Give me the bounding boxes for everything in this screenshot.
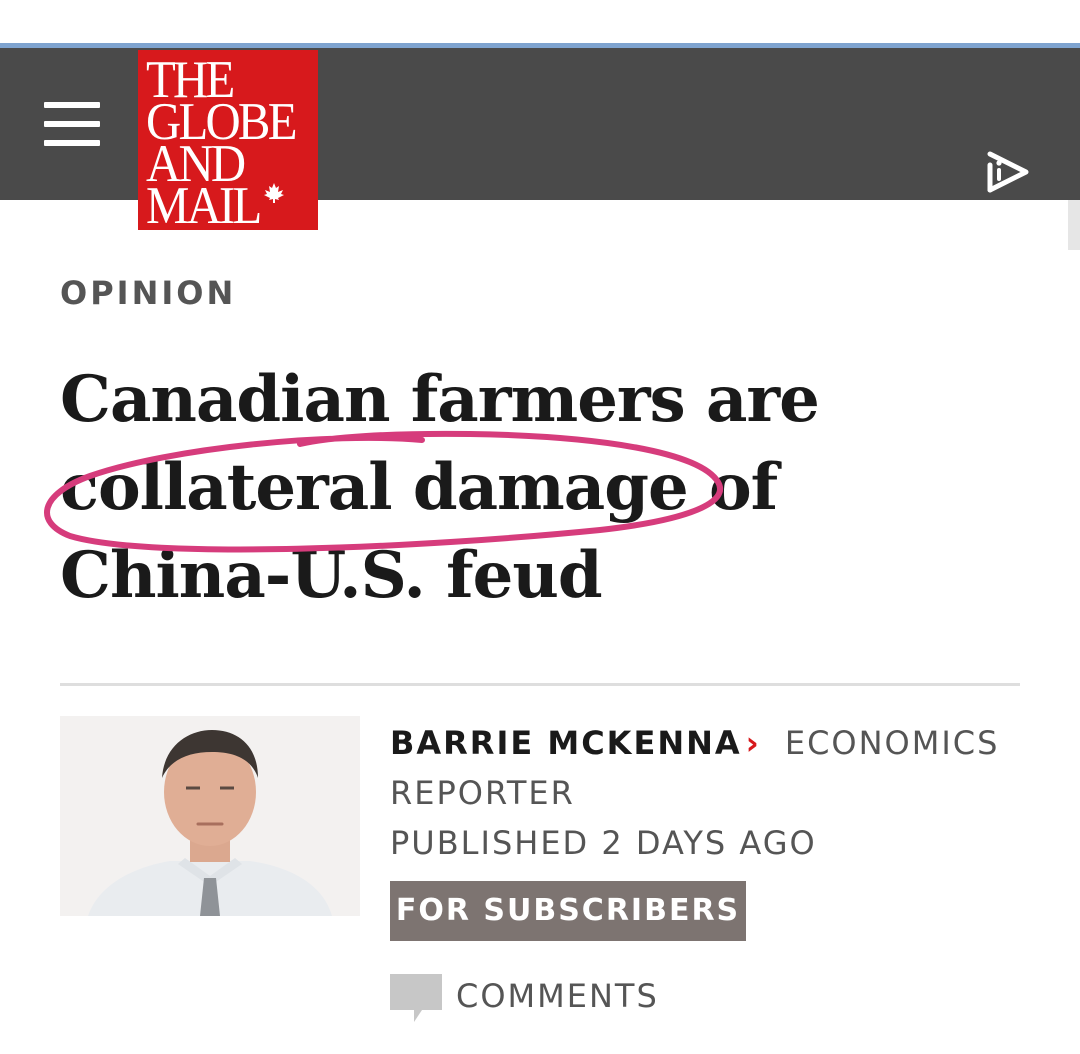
author-name-link[interactable]: BARRIE MCKENNA	[390, 724, 742, 762]
comment-bubble-icon[interactable]	[390, 974, 442, 1024]
article-headline: Canadian farmers are collateral damage o…	[60, 362, 820, 613]
subscribers-badge: FOR SUBSCRIBERS	[390, 881, 746, 941]
chevron-right-icon[interactable]: ›	[746, 724, 761, 762]
divider	[60, 683, 1020, 686]
published-time: PUBLISHED 2 DAYS AGO	[390, 824, 817, 862]
hamburger-menu-icon[interactable]	[44, 100, 100, 148]
scrollbar-thumb[interactable]	[1068, 200, 1080, 250]
section-label[interactable]: OPINION	[60, 274, 236, 312]
author-photo[interactable]	[60, 716, 360, 916]
maple-leaf-icon	[264, 183, 284, 203]
comments-link[interactable]: COMMENTS	[456, 976, 659, 1016]
logo-line-4: MAIL	[146, 177, 262, 235]
byline: BARRIE MCKENNA › ECONOMICS REPORTER	[390, 718, 1030, 818]
audio-play-icon[interactable]	[986, 148, 1030, 196]
globe-and-mail-logo[interactable]: THE GLOBE AND MAIL	[138, 50, 318, 235]
